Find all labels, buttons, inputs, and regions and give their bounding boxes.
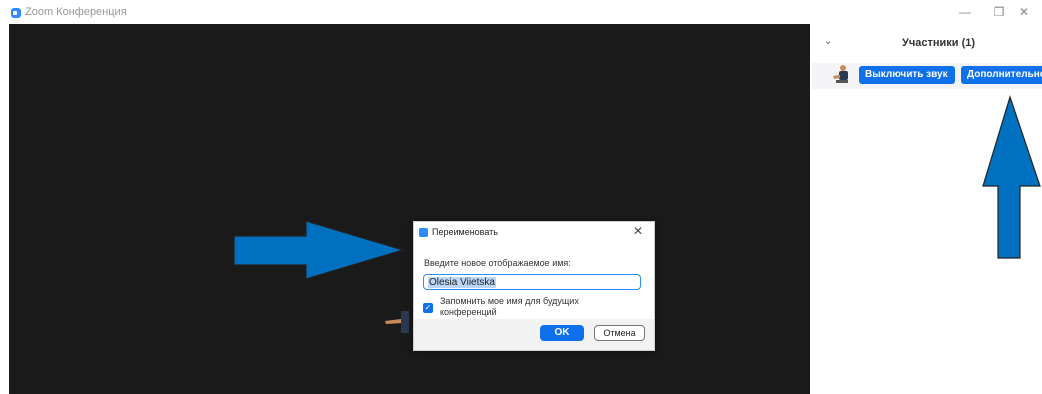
zoom-logo-icon <box>419 228 428 237</box>
right-arrow-annotation <box>233 220 406 280</box>
display-name-input[interactable]: Olesia Viietska <box>423 274 641 290</box>
dialog-title: Переименовать <box>432 227 498 237</box>
remember-name-label: Запомнить мое имя для будущих конференци… <box>440 296 579 317</box>
name-prompt-label: Введите новое отображаемое имя: <box>424 258 571 268</box>
rename-dialog: Переименовать ✕ Введите новое отображаем… <box>413 221 655 351</box>
ok-button[interactable]: OK <box>540 325 584 341</box>
up-arrow-annotation <box>982 95 1041 259</box>
close-icon[interactable]: ✕ <box>633 224 643 238</box>
dialog-footer: OK Отмена <box>414 319 654 350</box>
cancel-button[interactable]: Отмена <box>594 325 645 341</box>
remember-name-checkbox[interactable]: ✓ <box>423 303 433 313</box>
display-name-value: Olesia Viietska <box>428 277 496 288</box>
